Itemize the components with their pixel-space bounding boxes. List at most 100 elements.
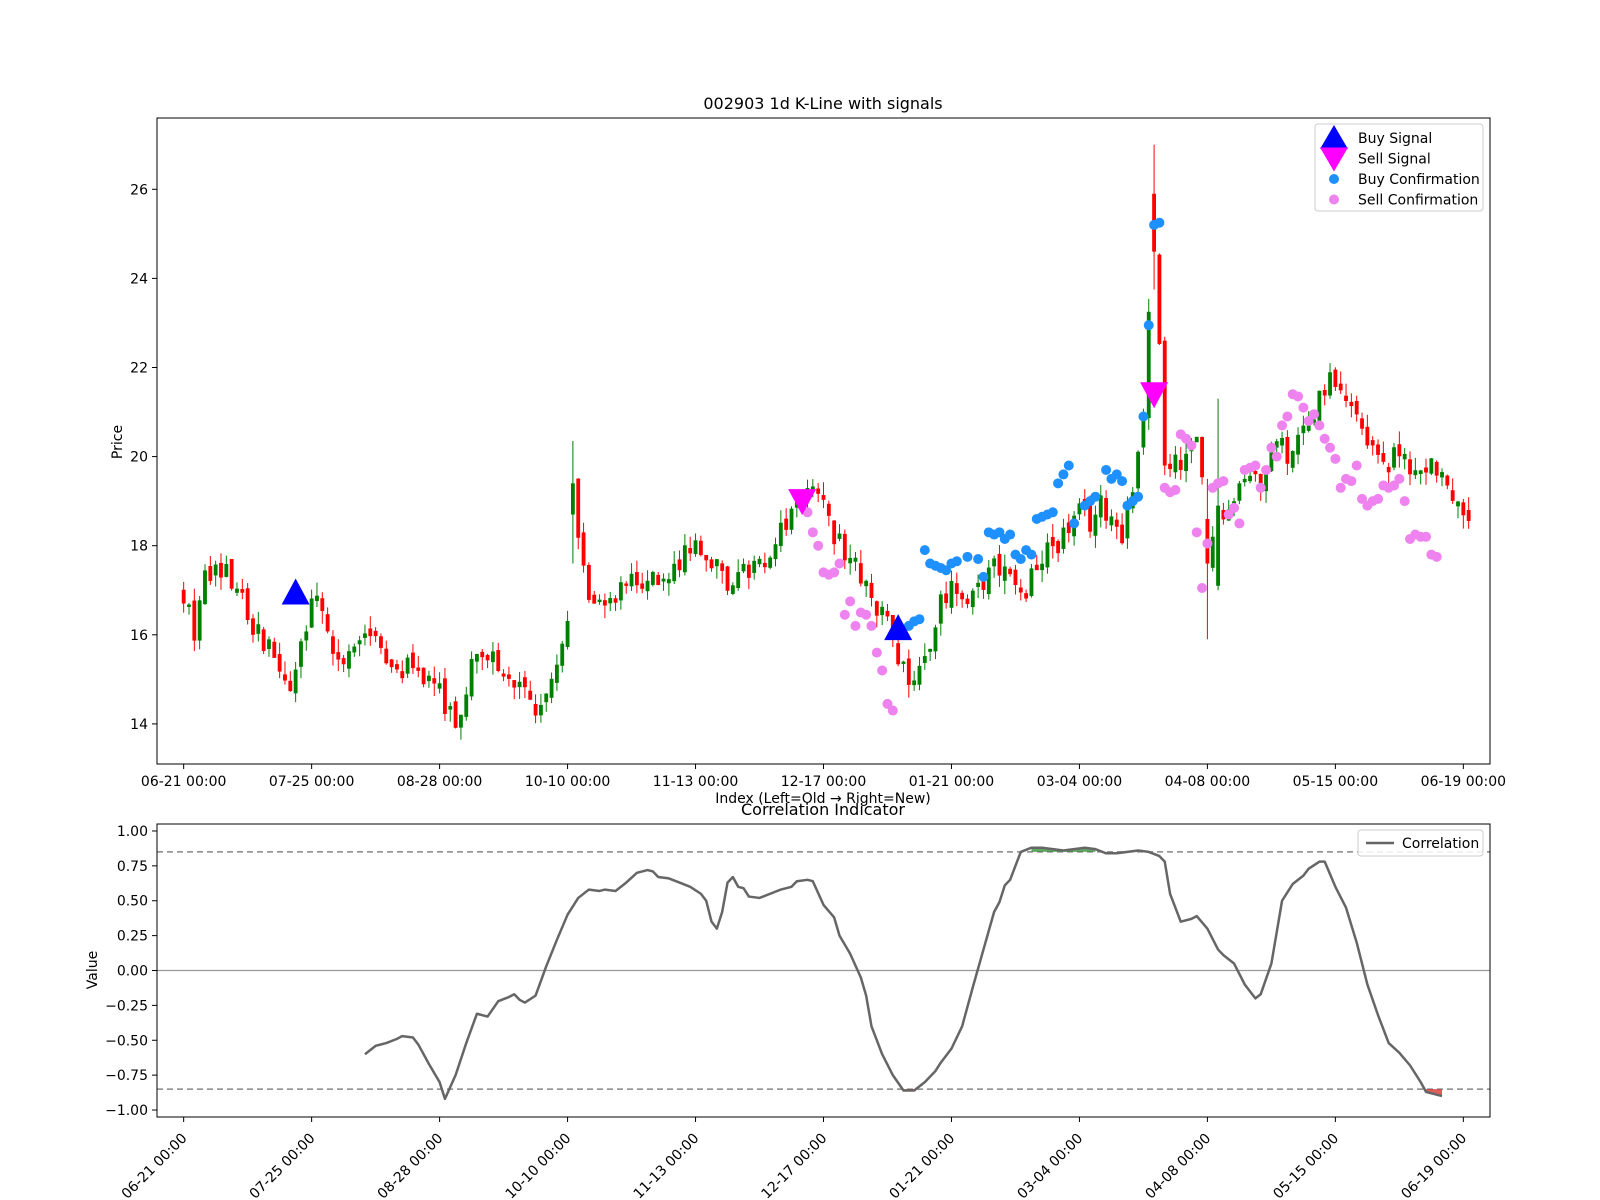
candle-body (304, 631, 309, 641)
sell-confirmation-point (1373, 493, 1384, 504)
candle-body (427, 675, 431, 682)
candle-body (1376, 444, 1380, 455)
y-tick-label: 18 (130, 539, 148, 555)
candle-body (874, 601, 879, 616)
candle-body (960, 592, 965, 600)
candle (608, 591, 613, 612)
candle-body (922, 656, 927, 663)
candle-body (581, 532, 586, 566)
candle-body (992, 558, 997, 567)
candle (906, 649, 911, 698)
buy-confirmation-point (1133, 491, 1144, 502)
buy-confirmation-point (1047, 507, 1058, 518)
candle (522, 670, 527, 699)
sell-confirmation-point (1202, 538, 1213, 549)
sell-confirmation-point (1250, 460, 1261, 471)
candle (256, 611, 261, 642)
candle-body (1237, 483, 1242, 501)
candle-body (1365, 426, 1370, 446)
candle (240, 578, 245, 600)
candle-body (997, 553, 1002, 576)
sell-confirmation-point (1197, 583, 1208, 594)
candle (448, 702, 453, 722)
candle-body (336, 652, 341, 660)
candle-body (480, 651, 485, 658)
candle (1157, 253, 1162, 345)
candle (395, 659, 399, 674)
candle-body (725, 566, 730, 591)
candle (411, 644, 415, 674)
correlation-title: Correlation Indicator (741, 800, 905, 819)
candle-body (267, 639, 271, 650)
candle (1146, 298, 1151, 430)
candle (208, 555, 213, 585)
candle (1061, 518, 1066, 554)
candle-body (208, 566, 213, 581)
candle (235, 582, 239, 597)
candle-body (1285, 437, 1290, 464)
candle-body (1002, 566, 1007, 581)
candle (1392, 442, 1396, 471)
buy-confirmation-point (1090, 491, 1101, 502)
candle (293, 661, 298, 703)
candle (1002, 554, 1007, 595)
candle (597, 594, 602, 605)
candle-body (1461, 502, 1466, 516)
candle-body (1424, 467, 1428, 473)
candle-body (320, 598, 325, 612)
candle-body (549, 678, 554, 698)
candle (1418, 469, 1423, 485)
x-tick-label: 04-08 00:00 (1142, 1131, 1214, 1200)
candle (570, 441, 575, 564)
candle-body (400, 671, 405, 679)
candle (949, 570, 954, 614)
figure: 002903 1d K-Line with signals 14 16 18 20 22… (85, 94, 1506, 1200)
buy-confirmation-point (1154, 217, 1165, 228)
candle (1456, 500, 1460, 519)
candle (1114, 512, 1119, 540)
buy-confirmation-point (1101, 464, 1112, 475)
candle-body (1024, 593, 1029, 599)
candle-body (869, 582, 874, 598)
candle (1013, 564, 1018, 595)
y-tick-label: 24 (130, 271, 148, 287)
candle (549, 672, 554, 704)
candle-body (485, 654, 490, 661)
correlation-line-layer (364, 846, 1443, 1101)
candle (1440, 468, 1444, 487)
candle (688, 536, 693, 562)
candle-body (880, 606, 885, 616)
buy-confirmation-point (1117, 476, 1128, 487)
candle (1285, 430, 1290, 476)
candle-body (1242, 478, 1247, 483)
candle-body (602, 600, 607, 606)
candle-body (1333, 369, 1338, 387)
candle-body (1114, 519, 1119, 527)
y-tick-label: 0.50 (117, 894, 148, 910)
candle (533, 694, 538, 724)
candle (720, 560, 725, 584)
candle-body (1370, 440, 1375, 446)
candle-body (1157, 254, 1162, 344)
candle (1434, 460, 1439, 483)
candle (341, 654, 346, 673)
candle (666, 572, 671, 596)
candle-body (1194, 436, 1199, 443)
kline-y-ticks: 14 16 18 20 22 24 26 (130, 182, 157, 733)
candle-body (650, 571, 655, 585)
buy-confirmation-point (973, 554, 984, 565)
candle-body (251, 618, 255, 635)
candle (789, 506, 794, 535)
candle (778, 510, 783, 553)
candle-body (576, 478, 581, 538)
candle-body (592, 594, 597, 604)
kline-x-ticks: 06-21 00:00 07-25 00:00 08-28 00:00 10-10 0… (141, 764, 1506, 790)
candle-body (976, 582, 981, 587)
candle-body (1381, 453, 1386, 462)
candle-body (288, 680, 293, 692)
candle-body (565, 620, 570, 648)
sell-confirmation-point (1186, 440, 1197, 451)
candle-body (656, 574, 661, 586)
sell-confirmation-point (1330, 453, 1341, 464)
candle (848, 544, 853, 575)
